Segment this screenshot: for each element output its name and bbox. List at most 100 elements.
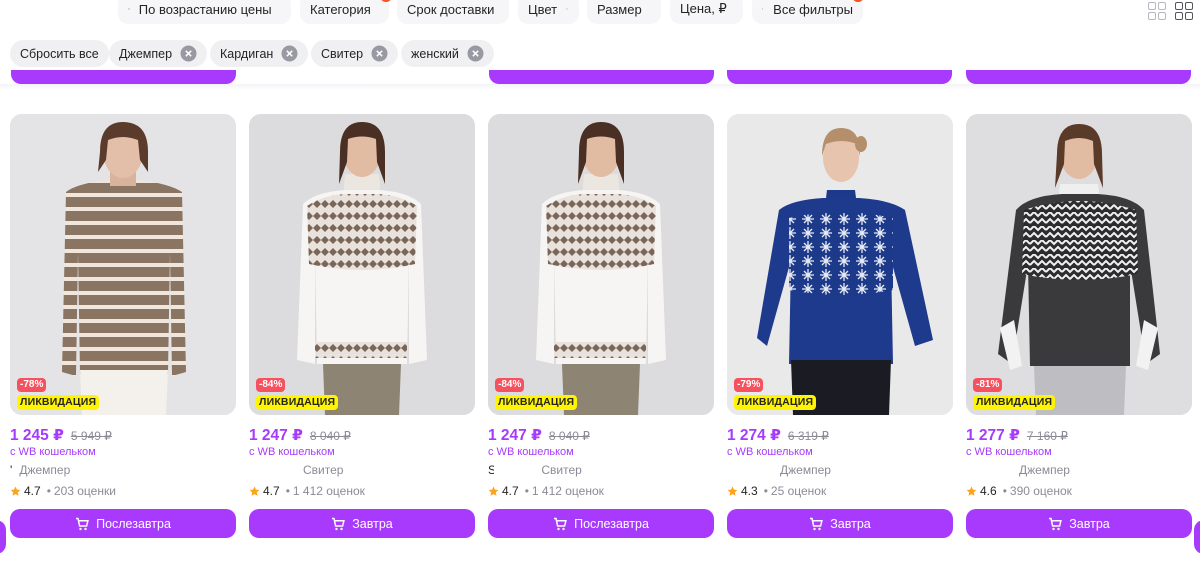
product-name[interactable]: Свитер [249,463,475,477]
rating: 4.3 • 25 оценок [727,484,826,498]
price: 1 247 ₽ [488,427,542,444]
sort-dropdown[interactable]: По возрастанию цены [118,0,291,24]
discount-badge: -84% [256,378,286,392]
add-to-cart-button[interactable]: Завтра [727,509,953,538]
add-to-cart-button[interactable]: Завтра [966,509,1192,538]
price-filter[interactable]: Цена, ₽ [670,0,743,24]
all-filters-count-badge: 4 [852,0,864,2]
reviews-count: 1 412 оценок [531,484,604,498]
category-filter[interactable]: Категория 3 [300,0,392,24]
price-label: Цена, ₽ [680,1,727,16]
discount-badge: -78% [17,378,47,392]
category-count-badge: 3 [380,0,392,2]
close-icon[interactable] [371,45,388,62]
product-card[interactable]: -81% ЛИКВИДАЦИЯ 1 277 ₽ 7 160 ₽ с WB кош… [966,114,1192,540]
product-card[interactable]: -79% ЛИКВИДАЦИЯ 1 274 ₽ 6 319 ₽ с WB кош… [727,114,953,540]
liquidation-badge: ЛИКВИДАЦИЯ [734,395,817,410]
product-card[interactable]: -84% ЛИКВИДАЦИЯ 1 247 ₽ 8 040 ₽ с WB кош… [488,114,714,540]
wallet-note: с WB кошельком [10,446,96,458]
price-row: 1 247 ₽ 8 040 ₽ [249,426,351,445]
add-to-cart-button[interactable]: Послезавтра [488,509,714,538]
sort-icon [128,8,130,10]
previous-row-cart-button[interactable] [489,70,714,84]
previous-row-cart-button[interactable] [966,70,1191,84]
size-label: Размер [597,1,642,17]
product-name[interactable]: Джемпер [727,463,953,477]
previous-row-cart-button[interactable] [727,70,952,84]
category-label: Категория [310,1,371,17]
price-row: 1 277 ₽ 7 160 ₽ [966,426,1068,445]
all-filters-label: Все фильтры [773,1,853,17]
size-filter[interactable]: Размер [587,0,661,24]
reset-filters-chip[interactable]: Сбросить все [10,40,109,67]
product-image[interactable]: -78% ЛИКВИДАЦИЯ [10,114,236,415]
add-to-cart-button[interactable]: Послезавтра [10,509,236,538]
product-name[interactable]: S Свитер [488,463,714,477]
chip-kardigan[interactable]: Кардиган [210,40,309,67]
product-type: Джемпер [1019,463,1070,477]
rating-value: 4.7 [502,484,519,498]
wallet-note: с WB кошельком [249,446,335,458]
close-icon[interactable] [281,45,298,62]
chip-zhenskiy[interactable]: женский [401,40,494,67]
chip-dzhemper[interactable]: Джемпер [109,40,208,67]
brand-name: S [488,463,494,477]
scroll-right-button[interactable] [1194,520,1200,554]
liquidation-badge: ЛИКВИДАЦИЯ [973,395,1056,410]
star-icon [249,486,260,496]
reviews-count: 1 412 оценок [292,484,365,498]
reset-filters-label: Сбросить все [20,46,99,61]
scroll-left-button[interactable] [0,520,6,554]
product-card[interactable]: -84% ЛИКВИДАЦИЯ 1 247 ₽ 8 040 ₽ с WB кош… [249,114,475,540]
chip-label: женский [411,46,459,61]
close-icon[interactable] [180,45,197,62]
chip-label: Свитер [321,46,364,61]
price: 1 274 ₽ [727,427,781,444]
reviews-count: 25 оценок [770,484,827,498]
discount-badge: -81% [973,378,1003,392]
star-icon [727,486,738,496]
wallet-note: с WB кошельком [966,446,1052,458]
rating: 4.7 • 203 оценки [10,484,116,498]
chip-label: Кардиган [220,46,274,61]
delivery-filter[interactable]: Срок доставки [397,0,509,24]
delivery-label: Завтра [830,516,871,531]
sort-label: По возрастанию цены [138,1,272,17]
rating-value: 4.7 [24,484,41,498]
old-price: 6 319 ₽ [787,429,829,443]
product-image[interactable]: -79% ЛИКВИДАЦИЯ [727,114,953,415]
product-image[interactable]: -84% ЛИКВИДАЦИЯ [488,114,714,415]
all-filters-button[interactable]: Все фильтры 4 [752,0,864,24]
chevron-down-icon [279,8,281,10]
cart-icon [554,517,567,530]
rating-value: 4.7 [263,484,280,498]
product-type: Свитер [303,463,344,477]
close-icon[interactable] [467,45,484,62]
price-row: 1 247 ₽ 8 040 ₽ [488,426,590,445]
old-price: 7 160 ₽ [1026,429,1068,443]
price-row: 1 245 ₽ 5 949 ₽ [10,426,112,445]
grid-small-icon[interactable] [1175,2,1193,20]
product-name[interactable]: Джемпер [966,463,1192,477]
grid-large-icon[interactable] [1148,2,1166,20]
product-type: Свитер [541,463,582,477]
star-icon [966,486,977,496]
product-image[interactable]: -81% ЛИКВИДАЦИЯ [966,114,1192,415]
product-image[interactable]: -84% ЛИКВИДАЦИЯ [249,114,475,415]
product-name[interactable]: ' Джемпер [10,463,236,477]
previous-row-cart-button[interactable] [11,70,236,84]
liquidation-badge: ЛИКВИДАЦИЯ [17,395,100,410]
price: 1 277 ₽ [966,427,1020,444]
product-card[interactable]: -78% ЛИКВИДАЦИЯ 1 245 ₽ 5 949 ₽ с WB кош… [10,114,236,540]
cart-icon [810,517,824,530]
discount-badge: -84% [495,378,525,392]
chip-sviter[interactable]: Свитер [311,40,399,67]
brand-name: ' [10,463,13,477]
color-filter[interactable]: Цвет [518,0,579,24]
filter-bar: По возрастанию цены Категория 3 Срок дос… [0,0,1200,26]
old-price: 5 949 ₽ [70,429,112,443]
discount-badge: -79% [734,378,764,392]
reviews-count: 390 оценок [1009,484,1072,498]
delivery-label: Послезавтра [574,516,649,531]
add-to-cart-button[interactable]: Завтра [249,509,475,538]
